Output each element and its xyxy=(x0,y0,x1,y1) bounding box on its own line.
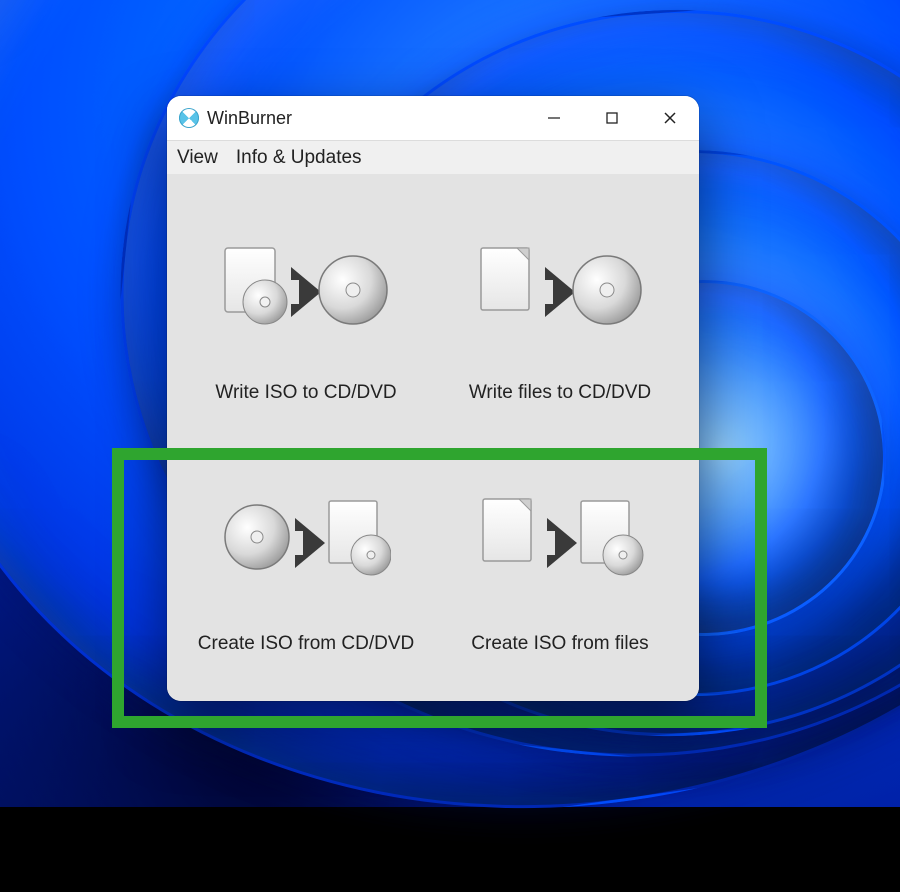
app-icon xyxy=(179,108,199,128)
action-create-iso-from-files[interactable]: Create ISO from files xyxy=(439,453,681,684)
menu-bar: View Info & Updates xyxy=(167,141,699,176)
app-title: WinBurner xyxy=(207,108,292,129)
title-bar[interactable]: WinBurner xyxy=(167,96,699,141)
create-iso-files-icon xyxy=(475,483,645,603)
action-label: Write ISO to CD/DVD xyxy=(215,382,396,404)
action-write-files-to-disc[interactable]: Write files to CD/DVD xyxy=(439,202,681,433)
action-label: Write files to CD/DVD xyxy=(469,382,651,404)
close-button[interactable] xyxy=(641,96,699,140)
write-iso-icon xyxy=(221,232,391,352)
action-create-iso-from-disc[interactable]: Create ISO from CD/DVD xyxy=(185,453,427,684)
maximize-icon xyxy=(605,111,619,125)
action-write-iso-to-disc[interactable]: Write ISO to CD/DVD xyxy=(185,202,427,433)
maximize-button[interactable] xyxy=(583,96,641,140)
client-area: Write ISO to CD/DVD Write files to CD/DV… xyxy=(167,174,699,701)
minimize-button[interactable] xyxy=(525,96,583,140)
minimize-icon xyxy=(547,111,561,125)
close-icon xyxy=(663,111,677,125)
menu-info-updates[interactable]: Info & Updates xyxy=(236,147,362,169)
create-iso-disc-icon xyxy=(221,483,391,603)
action-label: Create ISO from CD/DVD xyxy=(198,633,414,655)
write-files-icon xyxy=(475,232,645,352)
app-window: WinBurner View Info & Updates xyxy=(167,96,699,701)
action-label: Create ISO from files xyxy=(471,633,648,655)
window-controls xyxy=(525,96,699,140)
menu-view[interactable]: View xyxy=(177,147,218,169)
